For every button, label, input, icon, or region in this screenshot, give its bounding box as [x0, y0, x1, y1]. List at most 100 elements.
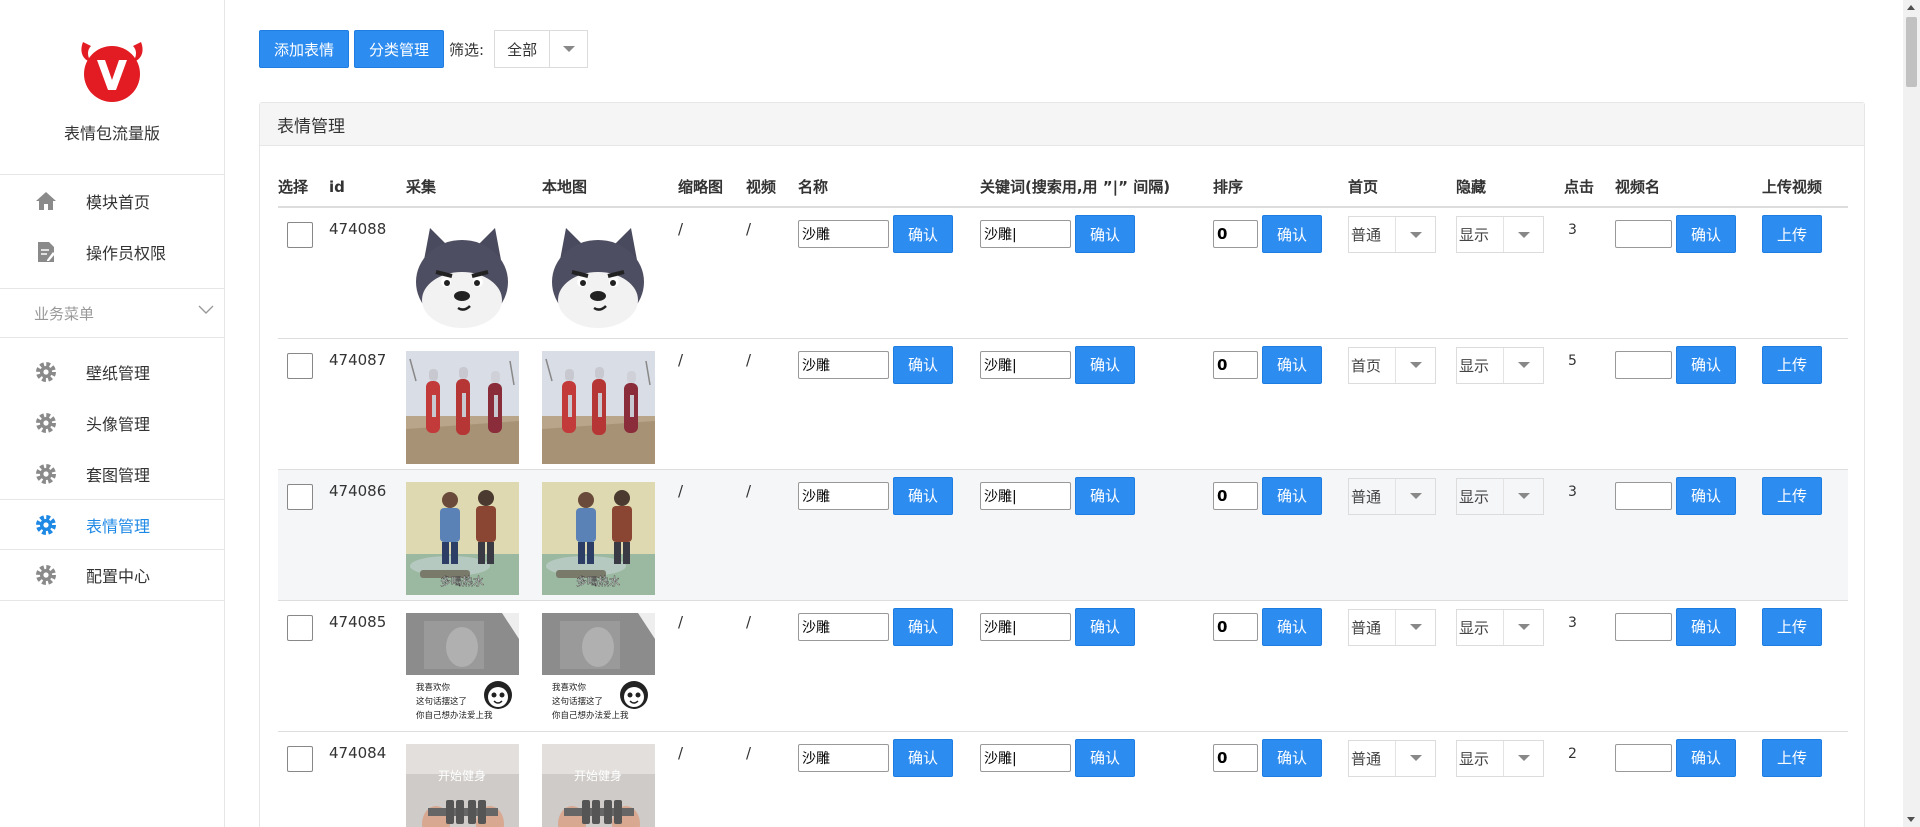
hidden-select[interactable]: 显示 — [1456, 477, 1544, 515]
hidden-select-value: 显示 — [1459, 487, 1490, 506]
hidden-select-value: 显示 — [1459, 618, 1490, 637]
chevron-down-icon — [1395, 217, 1435, 252]
sidebar-item-photo-set[interactable]: 套图管理 — [0, 448, 224, 499]
sort-confirm-button[interactable]: 确认 — [1262, 738, 1322, 777]
keywords-confirm-button[interactable]: 确认 — [1075, 738, 1135, 777]
keywords-input[interactable] — [980, 220, 1071, 248]
upload-video-button[interactable]: 上传 — [1762, 345, 1822, 384]
local-image: 开始健身 — [542, 743, 678, 827]
name-confirm-button[interactable]: 确认 — [893, 345, 953, 384]
video-name-input[interactable] — [1615, 220, 1672, 248]
document-edit-icon — [34, 240, 58, 264]
sidebar-group-business-menu[interactable]: 业务菜单 — [0, 288, 224, 338]
keywords-input[interactable] — [980, 743, 1071, 772]
column-header-keywords: 关键词(搜索用,用 ”|” 间隔) — [980, 167, 1213, 208]
video-name-confirm-button[interactable]: 确认 — [1676, 215, 1736, 253]
page-scrollbar[interactable] — [1903, 0, 1920, 827]
video-name-cell: 确认 — [1615, 207, 1762, 339]
sticker-table: 选择 id 采集 本地图 缩略图 视频 名称 关键词(搜索用,用 ”|” 间隔)… — [278, 167, 1848, 827]
local-image-cell: 开始健身 — [542, 731, 678, 827]
chevron-down-icon — [1503, 217, 1543, 252]
row-select-checkbox[interactable] — [287, 483, 313, 510]
keywords-confirm-button[interactable]: 确认 — [1075, 607, 1135, 646]
name-input[interactable] — [798, 220, 889, 248]
svg-text:这句话摆这了: 这句话摆这了 — [416, 696, 467, 707]
video-name-confirm-button[interactable]: 确认 — [1676, 607, 1736, 646]
gear-icon — [34, 360, 58, 384]
home-select[interactable]: 首页 — [1348, 346, 1436, 384]
upload-video-button[interactable]: 上传 — [1762, 738, 1822, 777]
name-input[interactable] — [798, 612, 889, 641]
name-input[interactable] — [798, 350, 889, 379]
hidden-select[interactable]: 显示 — [1456, 739, 1544, 777]
column-header-thumbnail: 缩略图 — [678, 167, 746, 208]
home-cell: 普通 — [1348, 731, 1456, 827]
scroll-down-icon[interactable] — [1907, 817, 1915, 822]
name-confirm-button[interactable]: 确认 — [893, 476, 953, 515]
sidebar-item-operator-permission[interactable]: 操作员权限 — [0, 226, 224, 277]
chevron-down-icon — [1395, 740, 1435, 776]
home-select[interactable]: 普通 — [1348, 216, 1436, 253]
sort-confirm-button[interactable]: 确认 — [1262, 476, 1322, 515]
row-select-checkbox[interactable] — [287, 614, 313, 641]
hidden-select[interactable]: 显示 — [1456, 216, 1544, 253]
row-select-checkbox[interactable] — [287, 222, 313, 248]
hidden-select-value: 显示 — [1459, 226, 1490, 244]
sort-input[interactable] — [1213, 743, 1258, 772]
name-confirm-button[interactable]: 确认 — [893, 738, 953, 777]
sort-input[interactable] — [1213, 481, 1258, 510]
video-name-confirm-button[interactable]: 确认 — [1676, 476, 1736, 515]
add-sticker-button[interactable]: 添加表情 — [259, 30, 350, 68]
sort-confirm-button[interactable]: 确认 — [1262, 345, 1322, 384]
video-name-input[interactable] — [1615, 350, 1672, 379]
home-select[interactable]: 普通 — [1348, 477, 1436, 515]
keywords-confirm-button[interactable]: 确认 — [1075, 345, 1135, 384]
keywords-confirm-button[interactable]: 确认 — [1075, 476, 1135, 515]
home-select-value: 普通 — [1351, 618, 1382, 637]
name-input[interactable] — [798, 743, 889, 772]
upload-video-button[interactable]: 上传 — [1762, 215, 1822, 253]
home-select[interactable]: 普通 — [1348, 608, 1436, 646]
collected-image-cell — [406, 338, 542, 470]
home-select[interactable]: 普通 — [1348, 739, 1436, 777]
clicks-value: 5 — [1568, 352, 1577, 369]
sort-confirm-button[interactable]: 确认 — [1262, 215, 1322, 253]
upload-video-button[interactable]: 上传 — [1762, 476, 1822, 515]
category-manage-button[interactable]: 分类管理 — [354, 30, 445, 68]
sidebar-item-avatar[interactable]: 头像管理 — [0, 397, 224, 448]
sort-cell: 确认 — [1213, 469, 1348, 601]
clicks-cell: 3 — [1564, 469, 1615, 601]
video-name-input[interactable] — [1615, 481, 1672, 510]
sidebar-item-config[interactable]: 配置中心 — [0, 550, 224, 601]
video-name-confirm-button[interactable]: 确认 — [1676, 738, 1736, 777]
keywords-confirm-button[interactable]: 确认 — [1075, 215, 1135, 253]
upload-video-button[interactable]: 上传 — [1762, 607, 1822, 646]
collected-image: 我喜欢你 这句话摆这了 你自己想办法爱上我 — [406, 612, 542, 726]
table-row: 474087//确认确认确认首页显示5确认上传 — [278, 338, 1848, 470]
hidden-select[interactable]: 显示 — [1456, 346, 1544, 384]
keywords-input[interactable] — [980, 481, 1071, 510]
row-select-checkbox[interactable] — [287, 745, 313, 772]
sort-input[interactable] — [1213, 350, 1258, 379]
thumbnail-cell: / — [678, 469, 746, 601]
name-confirm-button[interactable]: 确认 — [893, 215, 953, 253]
sort-input[interactable] — [1213, 612, 1258, 641]
filter-select[interactable]: 全部 — [494, 30, 589, 68]
sidebar-item-wallpaper[interactable]: 壁纸管理 — [0, 346, 224, 397]
hidden-select[interactable]: 显示 — [1456, 608, 1544, 646]
sort-confirm-button[interactable]: 确认 — [1262, 607, 1322, 646]
sort-input[interactable] — [1213, 220, 1258, 248]
name-input[interactable] — [798, 481, 889, 510]
scroll-up-icon[interactable] — [1907, 5, 1915, 10]
row-select-checkbox[interactable] — [287, 352, 313, 379]
video-name-confirm-button[interactable]: 确认 — [1676, 345, 1736, 384]
video-name-input[interactable] — [1615, 743, 1672, 772]
video-name-input[interactable] — [1615, 612, 1672, 641]
table-row: 474085 我喜欢你 这句话摆这了 你自己想办法爱上我 我喜欢你 这句话摆这了 你自己想办… — [278, 600, 1848, 732]
name-confirm-button[interactable]: 确认 — [893, 607, 953, 646]
keywords-input[interactable] — [980, 350, 1071, 379]
scrollbar-thumb[interactable] — [1906, 17, 1917, 87]
sidebar-item-home[interactable]: 模块首页 — [0, 175, 224, 226]
sidebar-item-sticker[interactable]: 表情管理 — [0, 499, 224, 550]
keywords-input[interactable] — [980, 612, 1071, 641]
